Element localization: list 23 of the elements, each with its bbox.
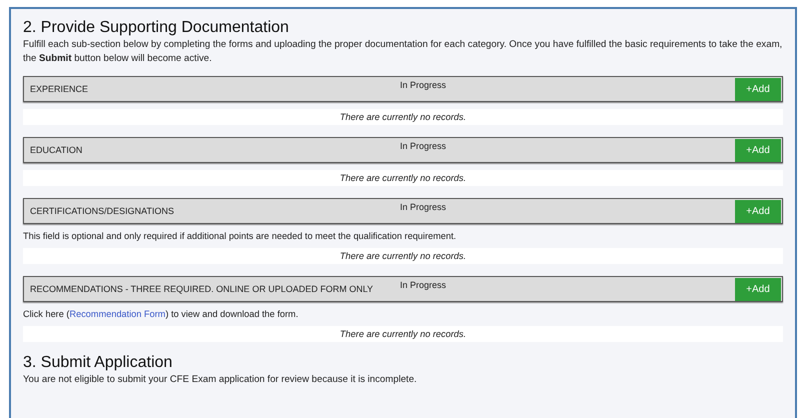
- category-title: EXPERIENCE: [30, 84, 90, 94]
- recommendation-form-link[interactable]: Recommendation Form: [69, 309, 166, 319]
- status-label: In Progress: [400, 141, 448, 151]
- add-button[interactable]: +Add: [735, 78, 781, 100]
- category-note: Click here (Recommendation Form) to view and download the form.: [23, 309, 300, 319]
- category-title: RECOMMENDATIONS - THREE REQUIRED. ONLINE OR UPLOADED FORM ONLY: [30, 284, 374, 294]
- status-label: In Progress: [400, 202, 448, 212]
- empty-records-message: There are currently no records.: [23, 326, 783, 342]
- add-button[interactable]: +Add: [735, 278, 781, 300]
- status-label: In Progress: [400, 280, 448, 290]
- add-button[interactable]: +Add: [735, 200, 781, 222]
- section-heading: 3. Submit Application: [23, 354, 174, 372]
- category-title: CERTIFICATIONS/DESIGNATIONS: [30, 206, 176, 216]
- add-button[interactable]: +Add: [735, 138, 781, 162]
- category-note: This field is optional and only required if additional points are needed to meet the qualification requirement.: [23, 231, 458, 241]
- category-title: EDUCATION: [30, 145, 84, 155]
- section-description: You are not eligible to submit your CFE Exam application for review because it is incomplete.: [23, 373, 418, 387]
- section-heading: 2. Provide Supporting Documentation: [23, 19, 290, 37]
- status-label: In Progress: [400, 80, 448, 90]
- empty-records-message: There are currently no records.: [23, 109, 783, 125]
- section-description: Fulfill each sub-section below by completing the forms and uploading the proper documentation for each category. Once you have fulfilled the basic requirements to take the exam, the Submit button below will become active.: [23, 38, 783, 66]
- empty-records-message: There are currently no records.: [23, 170, 783, 186]
- empty-records-message: There are currently no records.: [23, 248, 783, 264]
